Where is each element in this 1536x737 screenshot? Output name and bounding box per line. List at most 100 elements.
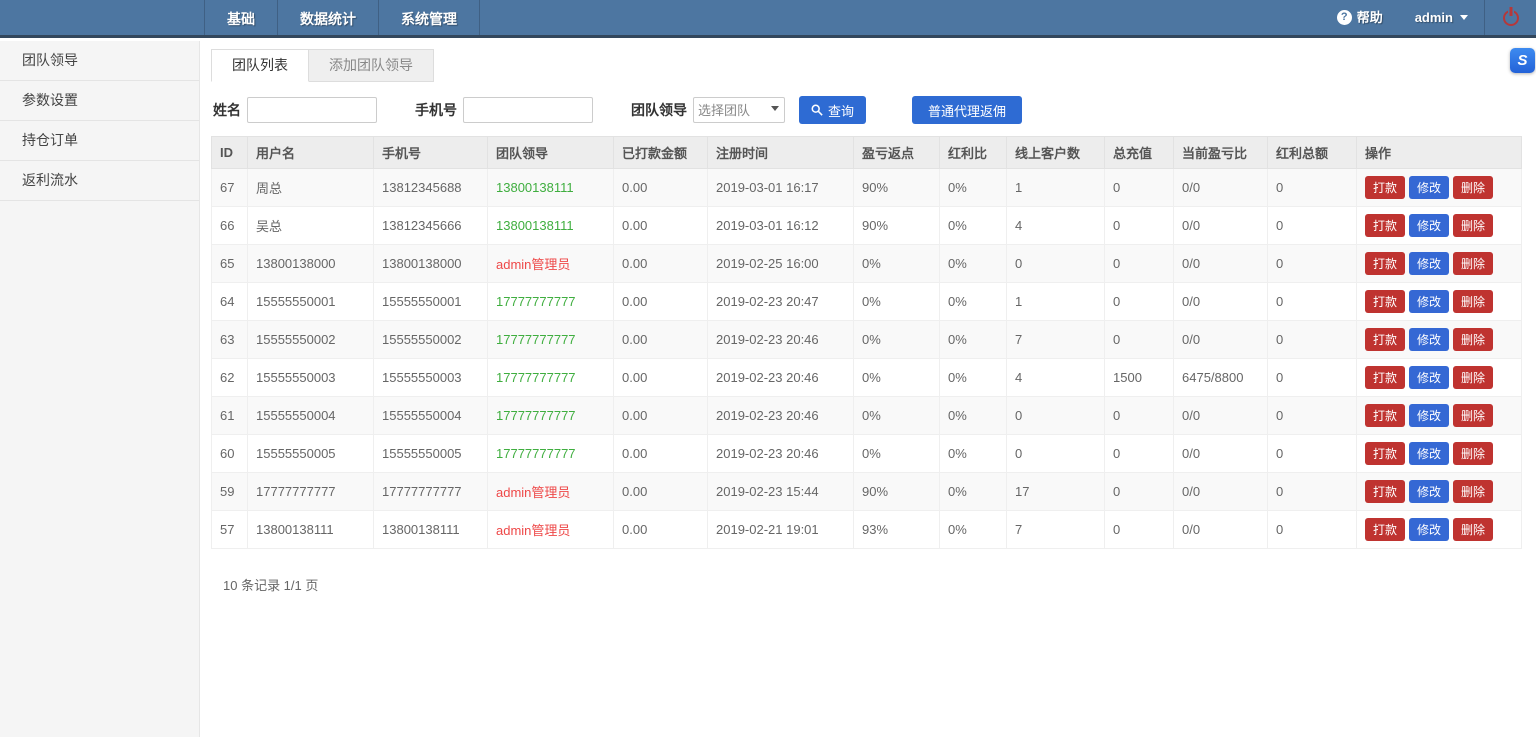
cell-current_pl: 0/0 bbox=[1174, 321, 1268, 359]
edit-button[interactable]: 修改 bbox=[1409, 176, 1449, 199]
cell-leader: 17777777777 bbox=[488, 321, 614, 359]
delete-button[interactable]: 删除 bbox=[1453, 404, 1493, 427]
column-header-6: 盈亏返点 bbox=[854, 137, 940, 169]
edit-button[interactable]: 修改 bbox=[1409, 480, 1449, 503]
delete-button[interactable]: 删除 bbox=[1453, 480, 1493, 503]
cell-username: 周总 bbox=[248, 169, 374, 207]
edit-button[interactable]: 修改 bbox=[1409, 252, 1449, 275]
cell-bonus_total: 0 bbox=[1268, 397, 1357, 435]
pay-button[interactable]: 打款 bbox=[1365, 442, 1405, 465]
delete-button[interactable]: 删除 bbox=[1453, 442, 1493, 465]
edit-button[interactable]: 修改 bbox=[1409, 290, 1449, 313]
cell-actions: 打款修改删除 bbox=[1357, 245, 1522, 283]
tab-0[interactable]: 团队列表 bbox=[211, 49, 309, 82]
cell-phone: 13812345688 bbox=[374, 169, 488, 207]
cell-bonus_ratio: 0% bbox=[940, 245, 1007, 283]
delete-button[interactable]: 删除 bbox=[1453, 366, 1493, 389]
edit-button[interactable]: 修改 bbox=[1409, 214, 1449, 237]
agent-rebate-button[interactable]: 普通代理返佣 bbox=[912, 96, 1022, 124]
cell-current_pl: 0/0 bbox=[1174, 435, 1268, 473]
cell-username: 15555550004 bbox=[248, 397, 374, 435]
cell-bonus_ratio: 0% bbox=[940, 321, 1007, 359]
delete-button[interactable]: 删除 bbox=[1453, 214, 1493, 237]
nav-menu: 基础数据统计系统管理 bbox=[204, 0, 480, 35]
help-button[interactable]: ? 帮助 bbox=[1321, 0, 1399, 35]
phone-input[interactable] bbox=[463, 97, 593, 123]
pay-button[interactable]: 打款 bbox=[1365, 176, 1405, 199]
edit-button[interactable]: 修改 bbox=[1409, 366, 1449, 389]
cell-pl_rebate: 90% bbox=[854, 169, 940, 207]
edit-button[interactable]: 修改 bbox=[1409, 518, 1449, 541]
pay-button[interactable]: 打款 bbox=[1365, 252, 1405, 275]
cell-leader: admin管理员 bbox=[488, 473, 614, 511]
delete-button[interactable]: 删除 bbox=[1453, 518, 1493, 541]
cell-paid: 0.00 bbox=[614, 283, 708, 321]
nav-item-2[interactable]: 系统管理 bbox=[378, 0, 480, 35]
cell-phone: 15555550005 bbox=[374, 435, 488, 473]
nav-item-1[interactable]: 数据统计 bbox=[277, 0, 378, 35]
sidebar-item-3[interactable]: 返利流水 bbox=[0, 161, 199, 201]
phone-label: 手机号 bbox=[415, 100, 457, 120]
cell-id: 66 bbox=[212, 207, 248, 245]
cell-bonus_total: 0 bbox=[1268, 245, 1357, 283]
cell-recharge: 0 bbox=[1105, 435, 1174, 473]
edit-button[interactable]: 修改 bbox=[1409, 442, 1449, 465]
pay-button[interactable]: 打款 bbox=[1365, 404, 1405, 427]
column-header-7: 红利比 bbox=[940, 137, 1007, 169]
cell-phone: 13800138111 bbox=[374, 511, 488, 549]
cell-phone: 13800138000 bbox=[374, 245, 488, 283]
cell-current_pl: 0/0 bbox=[1174, 169, 1268, 207]
nav-item-0[interactable]: 基础 bbox=[204, 0, 277, 35]
delete-button[interactable]: 删除 bbox=[1453, 328, 1493, 351]
search-button[interactable]: 查询 bbox=[799, 96, 866, 124]
team-select[interactable]: 选择团队 bbox=[693, 97, 785, 123]
cell-paid: 0.00 bbox=[614, 207, 708, 245]
edit-button[interactable]: 修改 bbox=[1409, 328, 1449, 351]
cell-bonus_total: 0 bbox=[1268, 321, 1357, 359]
edit-button[interactable]: 修改 bbox=[1409, 404, 1449, 427]
delete-button[interactable]: 删除 bbox=[1453, 176, 1493, 199]
cell-bonus_total: 0 bbox=[1268, 473, 1357, 511]
table-row: 611555555000415555550004177777777770.002… bbox=[212, 397, 1522, 435]
search-icon bbox=[811, 104, 823, 116]
cell-actions: 打款修改删除 bbox=[1357, 321, 1522, 359]
name-input[interactable] bbox=[247, 97, 377, 123]
pay-button[interactable]: 打款 bbox=[1365, 290, 1405, 313]
cell-reg_time: 2019-03-01 16:12 bbox=[708, 207, 854, 245]
cell-leader: 17777777777 bbox=[488, 359, 614, 397]
delete-button[interactable]: 删除 bbox=[1453, 290, 1493, 313]
tab-1[interactable]: 添加团队领导 bbox=[309, 49, 434, 82]
pay-button[interactable]: 打款 bbox=[1365, 480, 1405, 503]
delete-button[interactable]: 删除 bbox=[1453, 252, 1493, 275]
sidebar-item-2[interactable]: 持仓订单 bbox=[0, 121, 199, 161]
cell-actions: 打款修改删除 bbox=[1357, 169, 1522, 207]
cell-actions: 打款修改删除 bbox=[1357, 359, 1522, 397]
user-menu[interactable]: admin bbox=[1399, 0, 1484, 35]
cell-reg_time: 2019-02-23 20:46 bbox=[708, 397, 854, 435]
cell-username: 吴总 bbox=[248, 207, 374, 245]
cell-bonus_ratio: 0% bbox=[940, 283, 1007, 321]
cell-username: 15555550005 bbox=[248, 435, 374, 473]
cell-reg_time: 2019-02-23 20:46 bbox=[708, 435, 854, 473]
logout-button[interactable] bbox=[1484, 0, 1536, 35]
cell-id: 65 bbox=[212, 245, 248, 283]
pay-button[interactable]: 打款 bbox=[1365, 328, 1405, 351]
cell-phone: 17777777777 bbox=[374, 473, 488, 511]
pay-button[interactable]: 打款 bbox=[1365, 214, 1405, 237]
pay-button[interactable]: 打款 bbox=[1365, 518, 1405, 541]
cell-paid: 0.00 bbox=[614, 359, 708, 397]
records-summary: 10 条记录 1/1 页 bbox=[223, 575, 1522, 594]
sidebar-item-1[interactable]: 参数设置 bbox=[0, 81, 199, 121]
cell-id: 61 bbox=[212, 397, 248, 435]
cell-recharge: 0 bbox=[1105, 511, 1174, 549]
cell-actions: 打款修改删除 bbox=[1357, 207, 1522, 245]
cell-recharge: 0 bbox=[1105, 321, 1174, 359]
sidebar-item-0[interactable]: 团队领导 bbox=[0, 41, 199, 81]
cell-phone: 15555550002 bbox=[374, 321, 488, 359]
cell-bonus_total: 0 bbox=[1268, 435, 1357, 473]
pay-button[interactable]: 打款 bbox=[1365, 366, 1405, 389]
column-header-5: 注册时间 bbox=[708, 137, 854, 169]
cell-paid: 0.00 bbox=[614, 435, 708, 473]
extension-badge-icon[interactable]: S bbox=[1510, 48, 1535, 73]
cell-current_pl: 0/0 bbox=[1174, 207, 1268, 245]
